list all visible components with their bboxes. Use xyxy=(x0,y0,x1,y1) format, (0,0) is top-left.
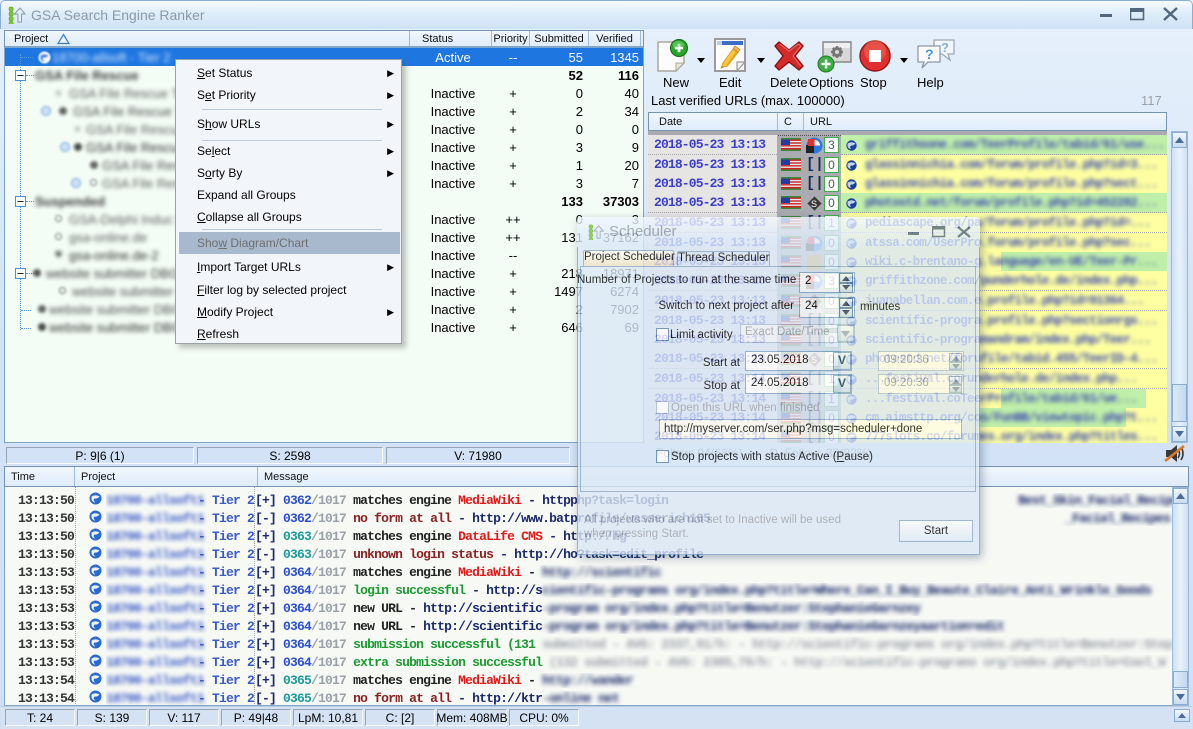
svg-text:?: ? xyxy=(941,40,949,55)
svg-text:?: ? xyxy=(925,46,934,62)
svg-text:S: S xyxy=(811,199,817,209)
